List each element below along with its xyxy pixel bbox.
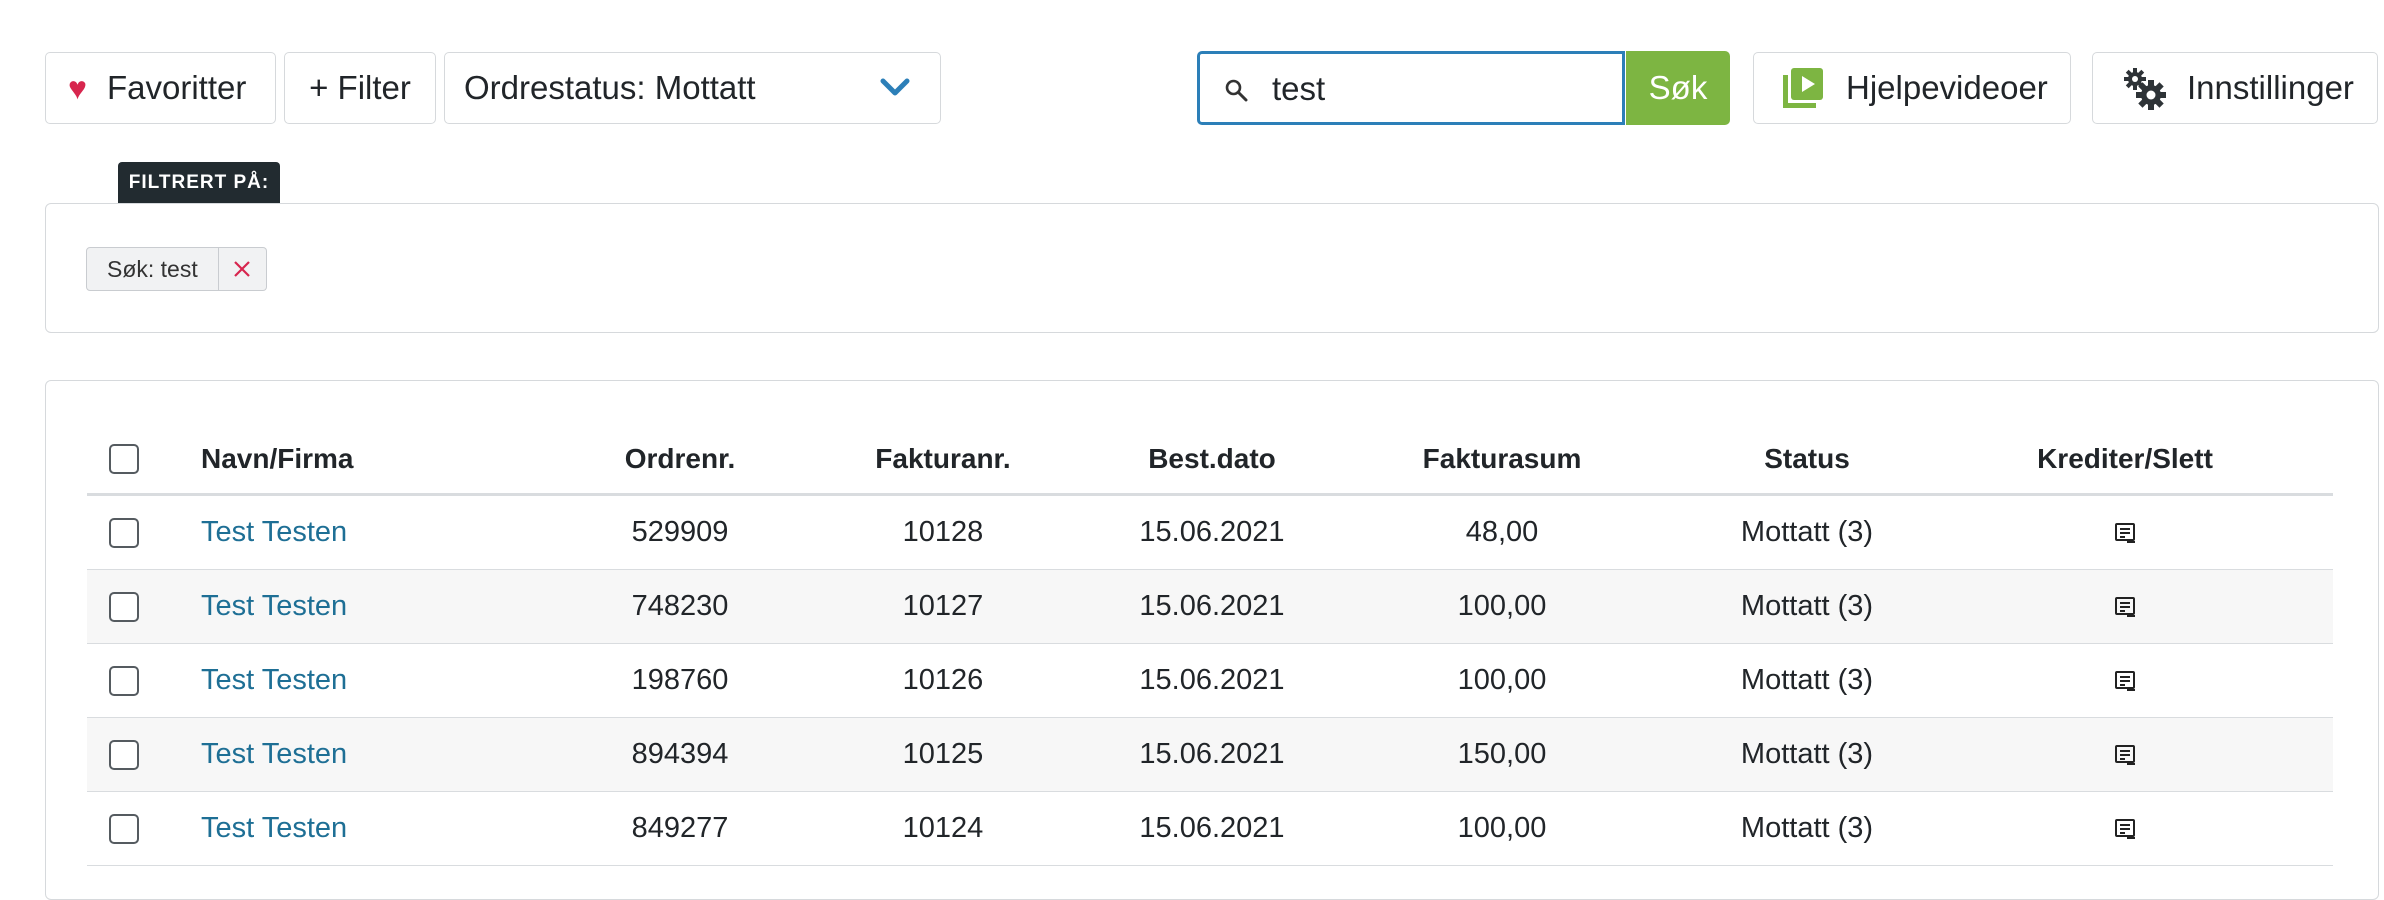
order-status: Mottatt (3) [1740,664,1874,696]
table-row: Test Testen 748230 10127 15.06.2021 100,… [87,570,2333,644]
order-status-select[interactable]: Ordrestatus: Mottatt [444,52,941,124]
credit-note-icon[interactable] [2114,670,2136,692]
credit-note-icon[interactable] [2114,818,2136,840]
add-filter-label: + Filter [309,69,411,106]
invoice-sum: 100,00 [1457,590,1547,622]
row-checkbox[interactable] [109,739,139,770]
order-number: 198760 [631,664,729,696]
order-status-label: Ordrestatus: Mottatt [464,69,756,106]
credit-note-icon[interactable] [2114,744,2136,766]
customer-name-link[interactable]: Test Testen [201,516,347,549]
invoice-sum: 100,00 [1457,664,1547,696]
order-status: Mottatt (3) [1740,738,1874,770]
column-header-status[interactable]: Status [1697,424,1917,493]
table-row: Test Testen 529909 10128 15.06.2021 48,0… [87,496,2333,570]
search-box[interactable] [1197,51,1625,125]
table-row: Test Testen 198760 10126 15.06.2021 100,… [87,644,2333,718]
credit-note-icon[interactable] [2114,522,2136,544]
order-status: Mottatt (3) [1740,516,1874,548]
order-date: 15.06.2021 [1139,664,1285,696]
video-library-icon [1783,68,1823,108]
filter-tag: FILTRERT PÅ: [118,162,280,203]
settings-label: Innstillinger [2187,69,2354,106]
help-videos-button[interactable]: Hjelpevideoer [1753,52,2071,124]
column-header-credit-delete: Krediter/Slett [2037,442,2213,474]
close-icon [234,261,251,277]
customer-name-link[interactable]: Test Testen [201,738,347,771]
invoice-sum: 100,00 [1457,812,1547,844]
order-date: 15.06.2021 [1139,516,1285,548]
row-checkbox[interactable] [109,517,139,548]
invoice-sum: 48,00 [1465,516,1539,548]
row-checkbox[interactable] [109,813,139,844]
search-button-label: Søk [1648,69,1708,106]
column-header-name[interactable]: Navn/Firma [201,424,501,493]
active-filters-panel [45,203,2379,333]
search-button[interactable]: Søk [1626,51,1730,125]
column-header-date[interactable]: Best.dato [1112,424,1312,493]
invoice-number: 10127 [902,590,984,622]
invoice-sum: 150,00 [1457,738,1547,770]
invoice-number: 10124 [902,812,984,844]
order-number: 748230 [631,590,729,622]
search-icon [1225,79,1248,102]
order-status: Mottatt (3) [1740,590,1874,622]
customer-name-link[interactable]: Test Testen [201,812,347,845]
row-checkbox[interactable] [109,591,139,622]
order-number: 529909 [631,516,729,548]
order-number: 849277 [631,812,729,844]
filter-chip-label: Søk: test [86,247,219,291]
search-filter-chip: Søk: test [86,247,267,291]
order-date: 15.06.2021 [1139,812,1285,844]
heart-icon: ♥ [68,70,87,106]
invoice-number: 10126 [902,664,984,696]
search-input[interactable] [1270,54,1614,124]
favorites-button[interactable]: ♥ Favoritter [45,52,276,124]
invoice-number: 10125 [902,738,984,770]
remove-filter-button[interactable] [218,247,267,291]
table-row: Test Testen 894394 10125 15.06.2021 150,… [87,718,2333,792]
add-filter-button[interactable]: + Filter [284,52,436,124]
column-header-order-no[interactable]: Ordrenr. [590,424,770,493]
column-header-invoice-no[interactable]: Fakturanr. [853,424,1033,493]
table-row: Test Testen 849277 10124 15.06.2021 100,… [87,792,2333,866]
customer-name-link[interactable]: Test Testen [201,590,347,623]
order-status: Mottatt (3) [1740,812,1874,844]
order-date: 15.06.2021 [1139,590,1285,622]
column-header-sum[interactable]: Fakturasum [1402,424,1602,493]
invoice-number: 10128 [902,516,984,548]
credit-note-icon[interactable] [2114,596,2136,618]
gears-icon [2124,68,2166,110]
favorites-label: Favoritter [107,69,247,106]
help-videos-label: Hjelpevideoer [1846,69,2048,106]
order-date: 15.06.2021 [1139,738,1285,770]
settings-button[interactable]: Innstillinger [2092,52,2378,124]
table-header: Navn/Firma Ordrenr. Fakturanr. Best.dato… [87,424,2333,496]
select-all-checkbox[interactable] [109,443,139,474]
row-checkbox[interactable] [109,665,139,696]
order-number: 894394 [631,738,729,770]
chevron-down-icon [880,78,910,96]
customer-name-link[interactable]: Test Testen [201,664,347,697]
